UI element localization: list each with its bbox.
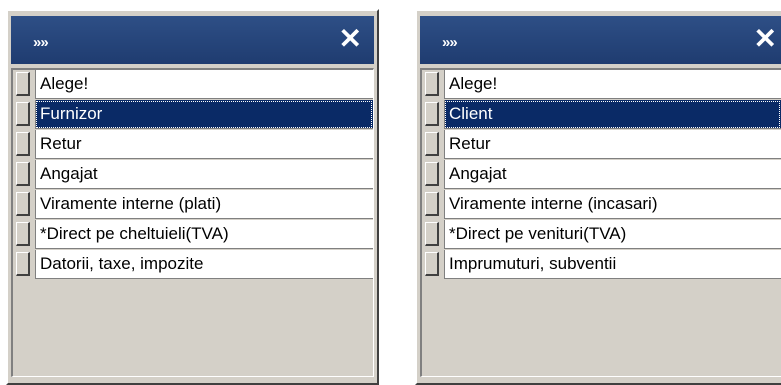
close-icon[interactable]: ✕ bbox=[754, 24, 777, 54]
list-item[interactable]: Client bbox=[422, 100, 781, 130]
list-item-label[interactable]: Angajat bbox=[35, 160, 373, 189]
left-titlebar: »» ✕ bbox=[11, 16, 374, 64]
list-item-label[interactable]: Alege! bbox=[35, 70, 373, 99]
list-item[interactable]: Viramente interne (plati) bbox=[13, 190, 373, 220]
list-item[interactable]: Angajat bbox=[422, 160, 781, 190]
list-item-label[interactable]: Retur bbox=[444, 130, 781, 159]
row-selector-button[interactable] bbox=[16, 162, 30, 186]
row-selector-button[interactable] bbox=[425, 132, 439, 156]
row-selector-button[interactable] bbox=[425, 72, 439, 96]
list-item[interactable]: *Direct pe venituri(TVA) bbox=[422, 220, 781, 250]
close-icon[interactable]: ✕ bbox=[339, 24, 362, 54]
double-chevron-icon[interactable]: »» bbox=[442, 34, 458, 51]
list-item[interactable]: Alege! bbox=[422, 70, 781, 100]
left-panel: »» ✕ Alege! Furnizor Retur Angajat Viramente… bbox=[6, 9, 379, 385]
list-item-label[interactable]: Retur bbox=[35, 130, 373, 159]
double-chevron-icon[interactable]: »» bbox=[33, 34, 49, 51]
right-titlebar: »» ✕ bbox=[420, 16, 781, 64]
row-selector-button[interactable] bbox=[425, 252, 439, 276]
row-selector-button[interactable] bbox=[16, 252, 30, 276]
right-list: Alege! Client Retur Angajat Viramente intern… bbox=[420, 68, 781, 377]
right-panel: »» ✕ Alege! Client Retur Angajat Viramente i… bbox=[415, 9, 781, 385]
list-item-label[interactable]: Alege! bbox=[444, 70, 781, 99]
row-selector-button[interactable] bbox=[425, 222, 439, 246]
list-item-label[interactable]: Viramente interne (plati) bbox=[35, 190, 373, 219]
list-item-label[interactable]: *Direct pe cheltuieli(TVA) bbox=[35, 220, 373, 249]
list-item[interactable]: Alege! bbox=[13, 70, 373, 100]
list-item[interactable]: Furnizor bbox=[13, 100, 373, 130]
row-selector-button[interactable] bbox=[425, 162, 439, 186]
row-selector-button[interactable] bbox=[16, 72, 30, 96]
list-item[interactable]: Retur bbox=[422, 130, 781, 160]
row-selector-button[interactable] bbox=[425, 192, 439, 216]
row-selector-button[interactable] bbox=[16, 102, 30, 126]
row-selector-button[interactable] bbox=[16, 222, 30, 246]
list-item-label[interactable]: Viramente interne (incasari) bbox=[444, 190, 781, 219]
list-item-label[interactable]: *Direct pe venituri(TVA) bbox=[444, 220, 781, 249]
list-item[interactable]: Viramente interne (incasari) bbox=[422, 190, 781, 220]
list-item[interactable]: *Direct pe cheltuieli(TVA) bbox=[13, 220, 373, 250]
row-selector-button[interactable] bbox=[425, 102, 439, 126]
left-list: Alege! Furnizor Retur Angajat Viramente inte… bbox=[11, 68, 374, 377]
list-empty-area bbox=[422, 280, 781, 376]
list-item[interactable]: Datorii, taxe, impozite bbox=[13, 250, 373, 280]
list-item[interactable]: Imprumuturi, subventii bbox=[422, 250, 781, 280]
list-item[interactable]: Retur bbox=[13, 130, 373, 160]
list-item[interactable]: Angajat bbox=[13, 160, 373, 190]
list-empty-area bbox=[13, 280, 373, 376]
row-selector-button[interactable] bbox=[16, 192, 30, 216]
list-item-label[interactable]: Angajat bbox=[444, 160, 781, 189]
list-item-label[interactable]: Imprumuturi, subventii bbox=[444, 250, 781, 279]
row-selector-button[interactable] bbox=[16, 132, 30, 156]
list-item-label[interactable]: Furnizor bbox=[35, 100, 373, 129]
list-item-label[interactable]: Datorii, taxe, impozite bbox=[35, 250, 373, 279]
list-item-label[interactable]: Client bbox=[444, 100, 781, 129]
